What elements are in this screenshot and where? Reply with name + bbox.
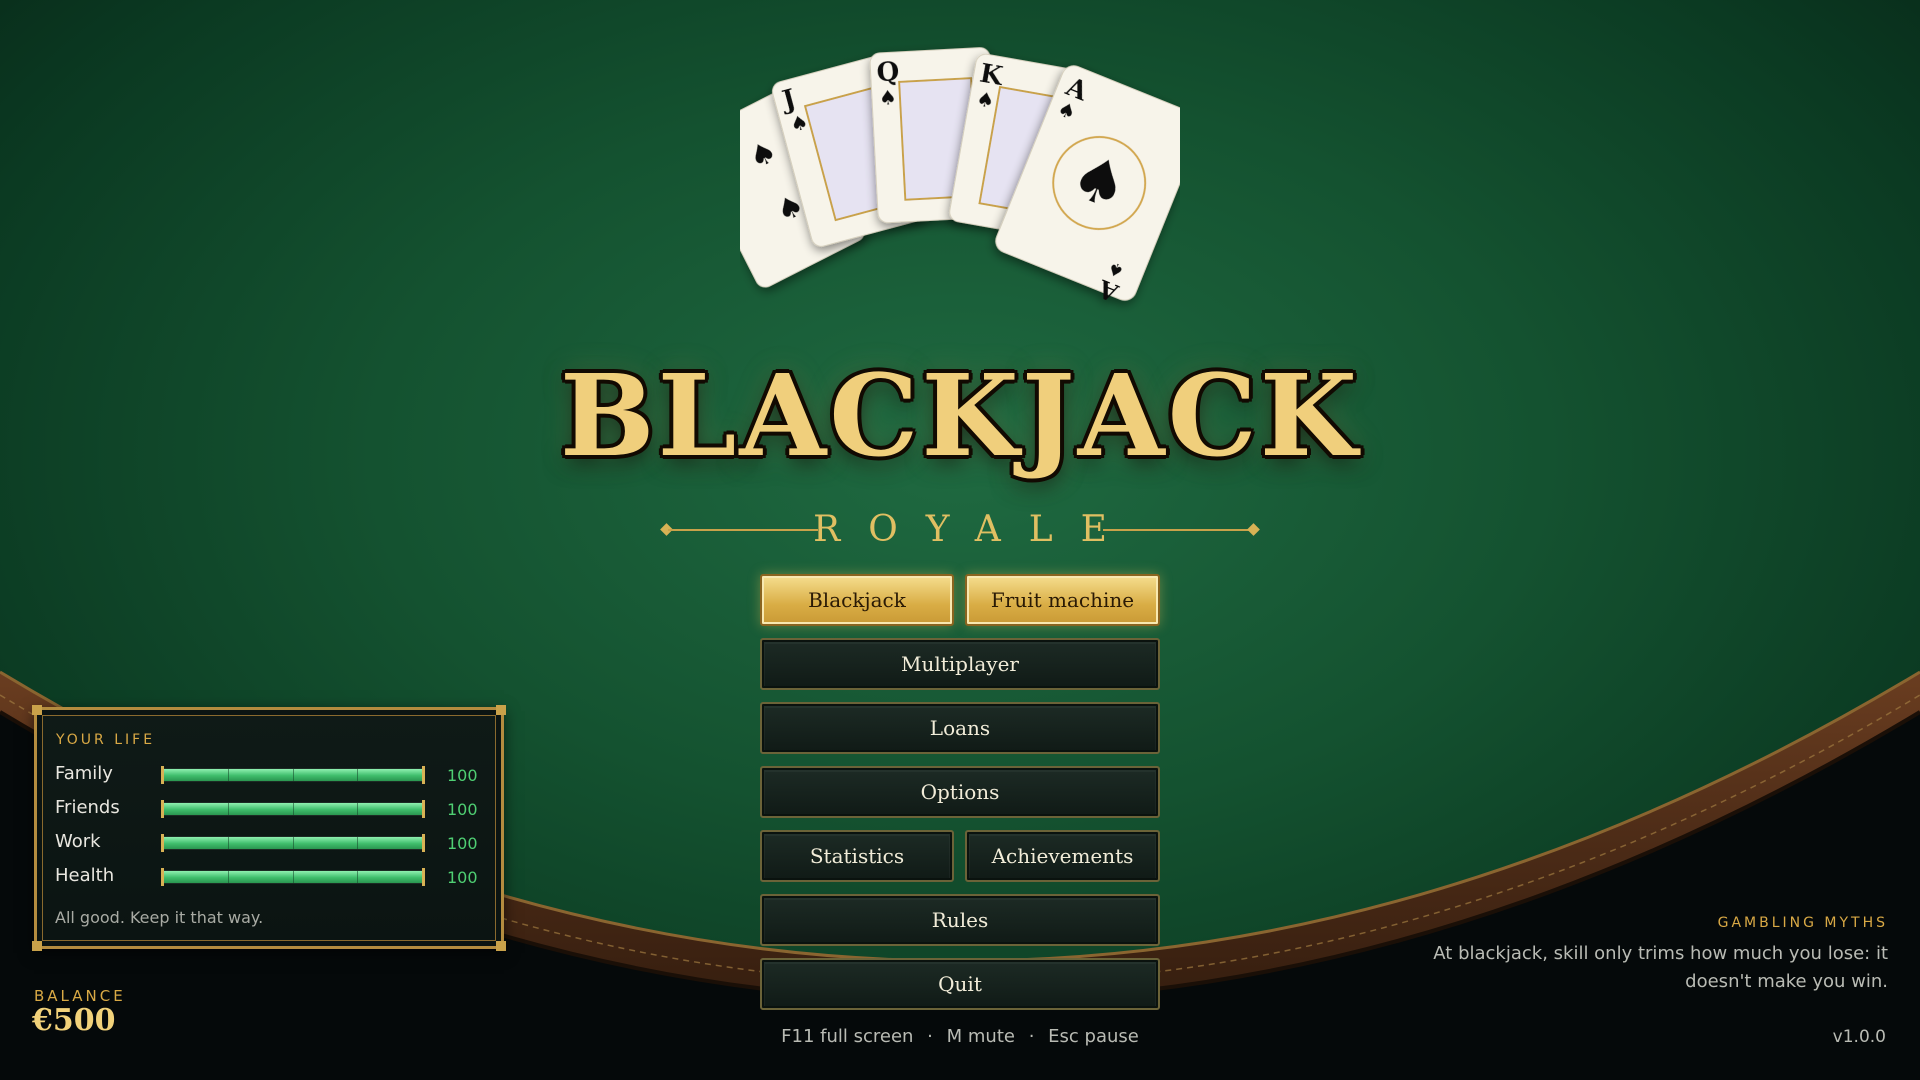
spade-icon: ♠: [878, 85, 897, 110]
stat-value-work: 100: [447, 834, 478, 853]
quit-button[interactable]: Quit: [760, 958, 1160, 1010]
loans-button[interactable]: Loans: [760, 702, 1160, 754]
game-subtitle: ROYALE: [813, 509, 1135, 550]
friends-bar: [161, 800, 425, 818]
panel-title: YOUR LIFE: [56, 732, 156, 748]
stat-label-work: Work: [55, 831, 101, 852]
achievements-button[interactable]: Achievements: [965, 830, 1160, 882]
rules-button[interactable]: Rules: [760, 894, 1160, 946]
health-bar: [161, 868, 425, 886]
stat-label-health: Health: [55, 865, 115, 886]
gambling-myths-title: GAMBLING MYTHS: [1717, 915, 1888, 931]
statistics-button[interactable]: Statistics: [760, 830, 954, 882]
your-life-panel: YOUR LIFE Family 100 Friends 100 Work 10…: [32, 705, 506, 951]
stat-value-health: 100: [447, 868, 478, 887]
gambling-myth-text: At blackjack, skill only trims how much …: [1433, 943, 1888, 992]
life-status-message: All good. Keep it that way.: [55, 908, 264, 927]
stat-value-family: 100: [447, 766, 478, 785]
blackjack-button[interactable]: Blackjack: [760, 574, 954, 626]
hint-fullscreen: F11 full screen: [781, 1026, 914, 1047]
game-title: BLACKJACK: [559, 351, 1361, 482]
stat-label-family: Family: [55, 763, 113, 784]
card-fan: 10 ♠ ♠ ♠ J ♠ Q ♠ K ♠ A ♠ ♠: [740, 47, 1180, 308]
multiplayer-button[interactable]: Multiplayer: [760, 638, 1160, 690]
keyboard-hints: F11 full screen · M mute · Esc pause: [0, 1026, 1920, 1047]
work-bar: [161, 834, 425, 852]
hint-separator: ·: [1028, 1026, 1035, 1047]
stat-label-friends: Friends: [55, 797, 120, 818]
card-rank: Q: [876, 57, 900, 88]
main-menu-screen: 10 ♠ ♠ ♠ J ♠ Q ♠ K ♠ A ♠ ♠: [0, 0, 1920, 1080]
panel-corner: [496, 705, 506, 715]
fruit-machine-button[interactable]: Fruit machine: [965, 574, 1160, 626]
version-label: v1.0.0: [1832, 1027, 1886, 1047]
panel-corner: [32, 941, 42, 951]
hint-pause: Esc pause: [1048, 1026, 1139, 1047]
subtitle-row: ROYALE: [0, 505, 1920, 555]
ornament-rule: [1103, 529, 1253, 531]
panel-corner: [32, 705, 42, 715]
hint-mute: M mute: [946, 1026, 1015, 1047]
stat-value-friends: 100: [447, 800, 478, 819]
panel-corner: [496, 941, 506, 951]
family-bar: [161, 766, 425, 784]
hint-separator: ·: [927, 1026, 933, 1047]
options-button[interactable]: Options: [760, 766, 1160, 818]
